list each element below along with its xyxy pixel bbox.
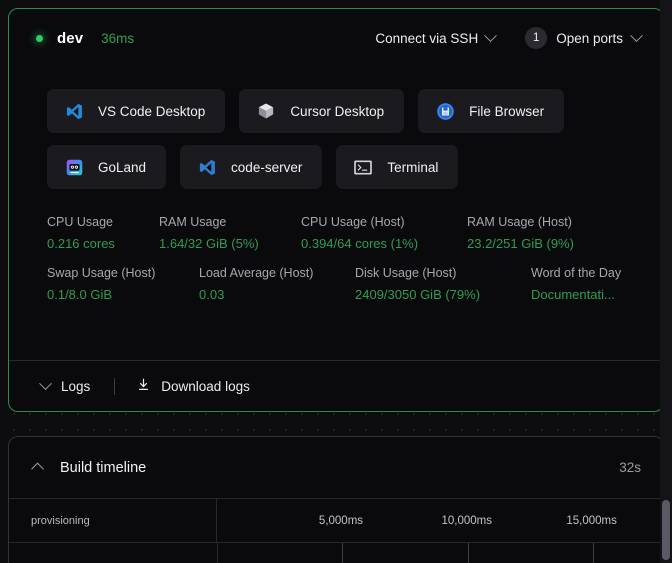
- app-button-terminal[interactable]: Terminal: [336, 145, 459, 189]
- terminal-icon: [353, 157, 373, 177]
- build-timeline-body: [9, 543, 663, 563]
- build-timeline-tick-label: 15,000ms: [566, 514, 617, 527]
- metric-word-of-the-day: Word of the Day Documentati...: [531, 266, 671, 302]
- app-button-cursor-desktop[interactable]: Cursor Desktop: [239, 89, 405, 133]
- metric-value: 1.64/32 GiB (5%): [159, 236, 259, 251]
- app-button-file-browser[interactable]: File Browser: [418, 89, 565, 133]
- vscode-icon: [64, 101, 84, 121]
- metric-value: 2409/3050 GiB (79%): [355, 287, 481, 302]
- metric-load-average-host-: Load Average (Host) 0.03: [199, 266, 355, 302]
- logs-footer: Logs Download logs: [9, 361, 663, 411]
- vscode-icon: [197, 157, 217, 177]
- logs-toggle-label: Logs: [61, 378, 91, 394]
- chevron-down-icon: [630, 28, 643, 42]
- metric-value: 0.03: [199, 287, 225, 302]
- metric-ram-usage: RAM Usage 1.64/32 GiB (5%): [159, 215, 301, 251]
- open-ports-button[interactable]: 1 Open ports: [523, 23, 643, 53]
- download-icon: [137, 378, 150, 395]
- build-timeline-title: Build timeline: [60, 459, 147, 476]
- metric-swap-usage-host-: Swap Usage (Host) 0.1/8.0 GiB: [47, 266, 199, 302]
- metric-value: 0.394/64 cores (1%): [301, 236, 419, 251]
- metric-label: Word of the Day: [531, 266, 622, 280]
- build-timeline-tick-label: 10,000ms: [441, 514, 493, 527]
- app-button-label: File Browser: [469, 103, 545, 119]
- metric-disk-usage-host-: Disk Usage (Host) 2409/3050 GiB (79%): [355, 266, 531, 302]
- metric-ram-usage-host-: RAM Usage (Host) 23.2/251 GiB (9%): [467, 215, 617, 251]
- agent-name: dev: [57, 29, 84, 47]
- metric-value: Documentati...: [531, 287, 615, 302]
- build-timeline-tick-label: 5,000ms: [318, 514, 364, 527]
- metric-cpu-usage: CPU Usage 0.216 cores: [47, 215, 159, 251]
- agent-latency: 36ms: [101, 30, 135, 46]
- build-timeline-gridline: [593, 543, 595, 563]
- build-timeline-axis-row: provisioning 5,000ms 10,000ms 15,000ms: [9, 499, 663, 543]
- chevron-up-icon: [31, 462, 44, 476]
- build-timeline-stage-column: provisioning: [9, 499, 217, 542]
- goland-icon: [64, 157, 84, 177]
- app-launcher-row: VS Code Desktop Cursor Desktop File Browse…: [47, 89, 663, 133]
- build-timeline-gridline: [341, 543, 343, 563]
- build-timeline-stage-label: provisioning: [31, 514, 90, 527]
- cursor-icon: [256, 101, 276, 121]
- app-button-label: GoLand: [98, 159, 147, 175]
- app-button-label: VS Code Desktop: [98, 103, 206, 119]
- open-ports-count-badge: 1: [525, 27, 548, 49]
- metric-row: CPU Usage 0.216 cores RAM Usage 1.64/32 GiB…: [47, 215, 663, 251]
- metric-label: RAM Usage (Host): [467, 215, 572, 229]
- connect-via-ssh-button[interactable]: Connect via SSH: [373, 27, 498, 50]
- connect-via-ssh-label: Connect via SSH: [375, 30, 479, 46]
- metric-value: 0.1/8.0 GiB: [47, 287, 113, 302]
- app-launcher-row: GoLand code-server Terminal: [47, 145, 663, 189]
- download-logs-label: Download logs: [161, 378, 250, 394]
- metric-value: 0.216 cores: [47, 236, 115, 251]
- file-browser-icon: [435, 101, 455, 121]
- metric-value: 23.2/251 GiB (9%): [467, 236, 574, 251]
- app-button-label: Terminal: [387, 159, 439, 175]
- metric-label: CPU Usage: [47, 215, 113, 229]
- build-timeline-gridline: [467, 543, 469, 563]
- page-scrollbar-thumb[interactable]: [662, 500, 670, 560]
- open-ports-label: Open ports: [556, 30, 623, 46]
- chevron-down-icon: [484, 28, 498, 42]
- metric-label: Disk Usage (Host): [355, 266, 457, 280]
- metric-label: RAM Usage: [159, 215, 227, 229]
- logs-separator: [114, 377, 116, 395]
- app-launcher-list: VS Code Desktop Cursor Desktop File Browse…: [9, 67, 663, 189]
- workspace-agent-card: dev 36ms Connect via SSH 1 Open ports VS…: [8, 8, 664, 412]
- build-timeline-card: Build timeline 32s provisioning 5,000ms 1…: [8, 436, 664, 563]
- app-button-label: code-server: [231, 159, 303, 175]
- page-scrollbar-track[interactable]: [660, 0, 672, 563]
- metric-row: Swap Usage (Host) 0.1/8.0 GiB Load Average…: [47, 266, 663, 302]
- app-button-label: Cursor Desktop: [290, 103, 385, 119]
- app-button-code-server[interactable]: code-server: [180, 145, 323, 189]
- app-button-goland[interactable]: GoLand: [47, 145, 167, 189]
- app-button-vs-code-desktop[interactable]: VS Code Desktop: [47, 89, 226, 133]
- download-logs-button[interactable]: Download logs: [135, 374, 252, 399]
- build-timeline-duration: 32s: [619, 460, 641, 475]
- build-timeline-header: Build timeline 32s: [9, 437, 663, 499]
- status-dot-online-icon: [31, 30, 47, 46]
- metric-cpu-usage-host-: CPU Usage (Host) 0.394/64 cores (1%): [301, 215, 467, 251]
- logs-toggle-button[interactable]: Logs: [39, 375, 92, 398]
- chevron-down-icon: [39, 376, 52, 390]
- build-timeline-stage-divider: [217, 543, 218, 563]
- build-timeline-axis: 5,000ms 10,000ms 15,000ms: [217, 499, 663, 542]
- metric-label: Load Average (Host): [199, 266, 314, 280]
- agent-header: dev 36ms Connect via SSH 1 Open ports: [9, 9, 663, 67]
- metrics-grid: CPU Usage 0.216 cores RAM Usage 1.64/32 GiB…: [9, 201, 663, 302]
- metric-label: Swap Usage (Host): [47, 266, 156, 280]
- build-timeline-collapse-button[interactable]: [31, 461, 44, 476]
- metric-label: CPU Usage (Host): [301, 215, 405, 229]
